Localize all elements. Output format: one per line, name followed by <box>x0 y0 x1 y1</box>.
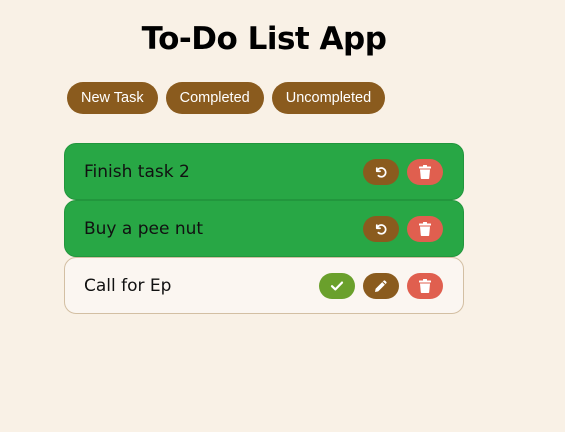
task-list: Finish task 2 Buy a pee nut Call for Ep <box>64 143 464 314</box>
task-text: Buy a pee nut <box>84 218 204 239</box>
edit-button[interactable] <box>363 272 399 299</box>
task-item: Buy a pee nut <box>64 200 464 257</box>
check-icon <box>330 280 344 292</box>
undo-icon <box>374 165 388 179</box>
delete-button[interactable] <box>407 215 443 242</box>
uncompleted-filter-button[interactable]: Uncompleted <box>271 82 386 114</box>
task-item: Call for Ep <box>64 257 464 314</box>
new-task-button[interactable]: New Task <box>67 82 158 114</box>
trash-icon <box>419 164 431 179</box>
trash-icon <box>419 278 431 293</box>
filter-bar: New Task Completed Uncompleted <box>67 82 386 114</box>
undo-button[interactable] <box>363 215 399 242</box>
task-item: Finish task 2 <box>64 143 464 200</box>
completed-filter-button[interactable]: Completed <box>165 82 264 114</box>
app-page: To-Do List App New Task Completed Uncomp… <box>0 0 565 432</box>
trash-icon <box>419 221 431 236</box>
task-actions <box>363 158 443 185</box>
task-actions <box>363 215 443 242</box>
complete-button[interactable] <box>319 272 355 299</box>
task-text: Finish task 2 <box>84 161 190 182</box>
delete-button[interactable] <box>407 272 443 299</box>
task-actions <box>319 272 443 299</box>
undo-button[interactable] <box>363 158 399 185</box>
pencil-icon <box>374 279 388 293</box>
task-text: Call for Ep <box>84 275 172 296</box>
undo-icon <box>374 222 388 236</box>
delete-button[interactable] <box>407 158 443 185</box>
page-title: To-Do List App <box>141 21 387 57</box>
